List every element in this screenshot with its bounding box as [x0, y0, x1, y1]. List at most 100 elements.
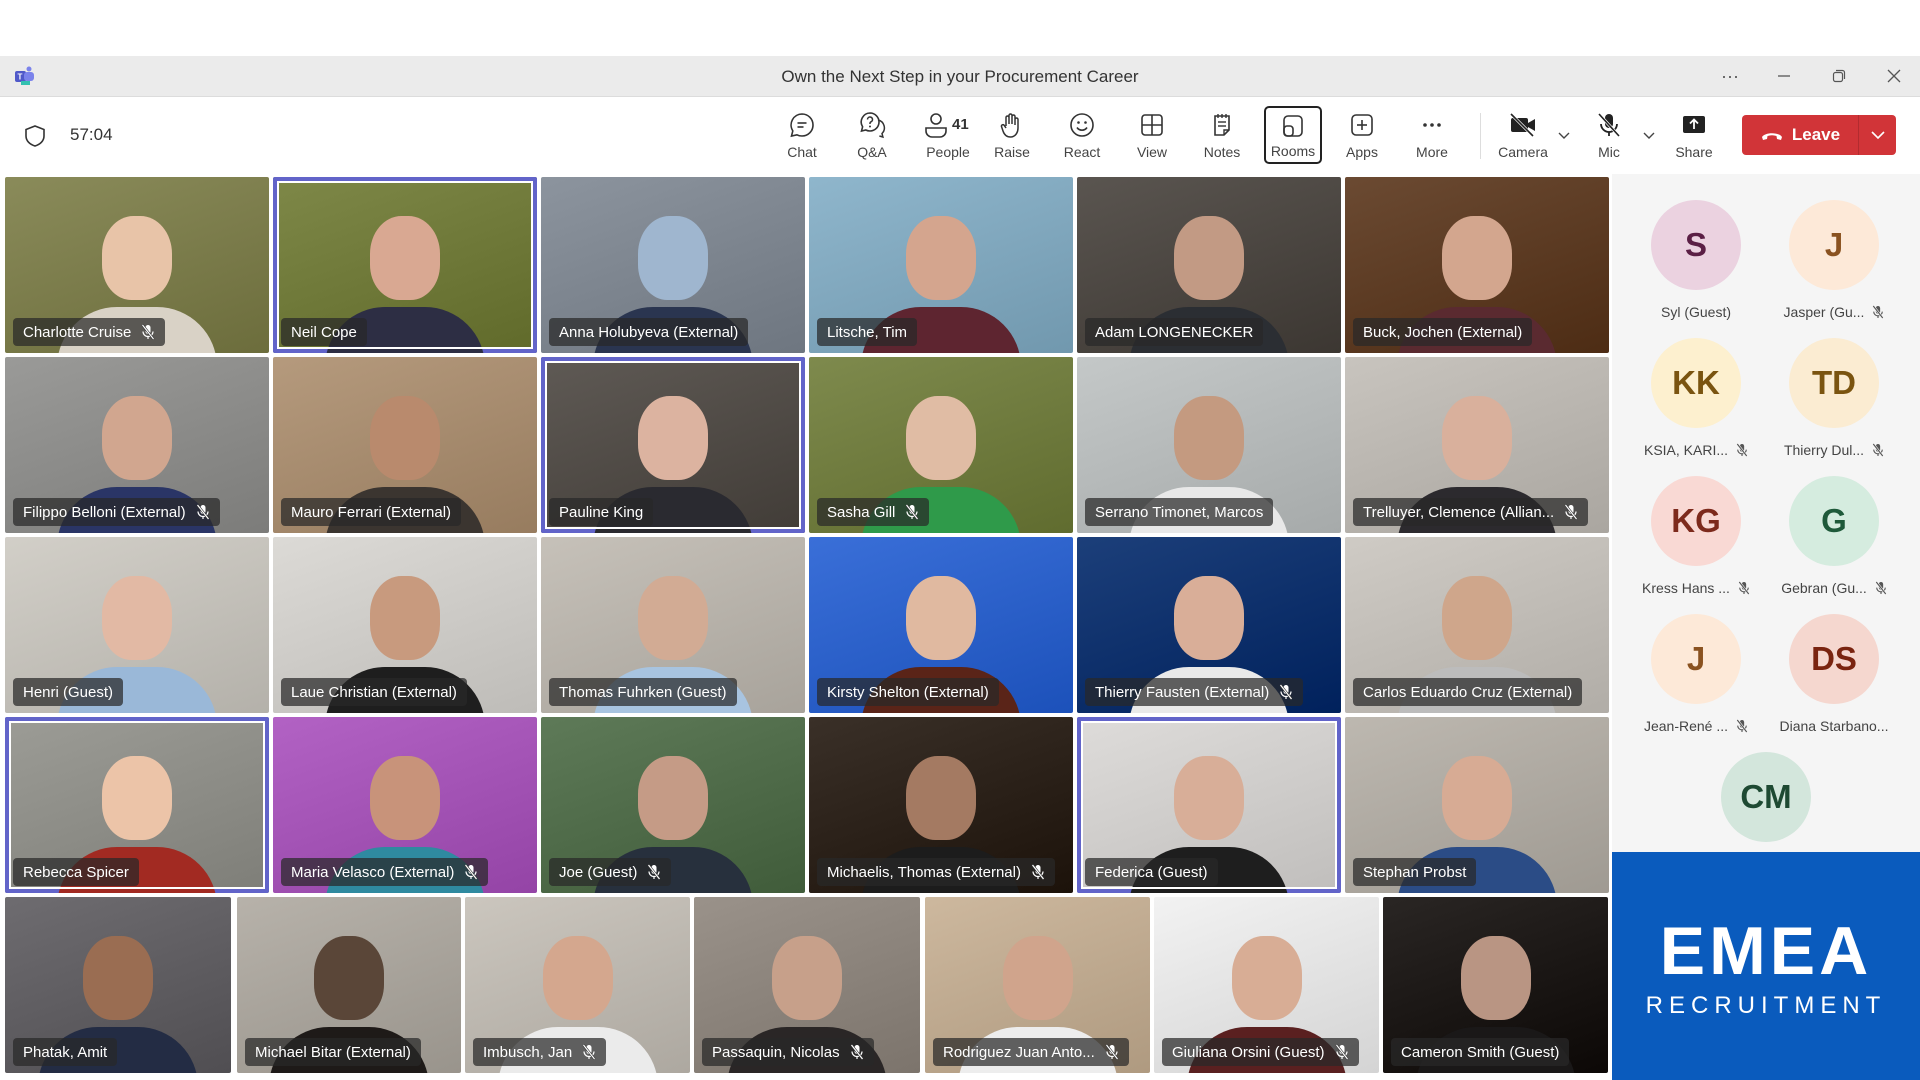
- avatar: G: [1789, 476, 1879, 566]
- participant-video-tile[interactable]: Passaquin, Nicolas: [694, 897, 920, 1073]
- participant-video-tile[interactable]: Thomas Fuhrken (Guest): [541, 537, 805, 713]
- close-button[interactable]: [1874, 62, 1914, 90]
- people-icon: [925, 113, 947, 138]
- rooms-button[interactable]: Rooms: [1264, 106, 1322, 164]
- apps-button[interactable]: Apps: [1330, 107, 1394, 163]
- raise-hand-button[interactable]: Raise: [980, 107, 1044, 163]
- overflow-participant[interactable]: KG Kress Hans ...: [1626, 476, 1766, 596]
- participant-name: Cameron Smith (Guest): [1401, 1043, 1560, 1061]
- participant-video-tile[interactable]: Adam LONGENECKER: [1077, 177, 1341, 353]
- notes-button[interactable]: Notes: [1190, 107, 1254, 163]
- participant-face: [1174, 215, 1244, 300]
- avatar-initials: S: [1684, 226, 1707, 263]
- participant-name: Rebecca Spicer: [23, 863, 129, 881]
- participant-video-tile[interactable]: Giuliana Orsini (Guest): [1154, 897, 1379, 1073]
- muted-mic-icon: [1564, 504, 1578, 520]
- participant-face: [1174, 575, 1244, 660]
- camera-options-chevron-icon[interactable]: [1557, 128, 1571, 142]
- muted-mic-icon: [1736, 719, 1748, 733]
- leave-button[interactable]: Leave: [1742, 115, 1858, 155]
- participant-video-tile[interactable]: Henri (Guest): [5, 537, 269, 713]
- participant-name: Thierry Dul...: [1783, 442, 1865, 458]
- participant-name: KSIA, KARI...: [1643, 442, 1729, 458]
- participant-video-tile[interactable]: Phatak, Amit: [5, 897, 231, 1073]
- leave-options-button[interactable]: [1859, 115, 1896, 155]
- participant-video-tile[interactable]: Michaelis, Thomas (External): [809, 717, 1073, 893]
- toolbar-divider: [1480, 113, 1481, 159]
- participant-video-tile[interactable]: Charlotte Cruise: [5, 177, 269, 353]
- view-button[interactable]: View: [1120, 107, 1184, 163]
- participant-video-tile[interactable]: Cameron Smith (Guest): [1383, 897, 1608, 1073]
- participant-video-tile[interactable]: Pauline King: [541, 357, 805, 533]
- participant-video-tile[interactable]: Stephan Probst: [1345, 717, 1609, 893]
- more-options-button[interactable]: ···: [1710, 62, 1750, 90]
- minimize-button[interactable]: [1764, 62, 1804, 90]
- participant-video-tile[interactable]: Rebecca Spicer: [5, 717, 269, 893]
- camera-label: Camera: [1498, 144, 1548, 160]
- overflow-participant[interactable]: S Syl (Guest): [1626, 200, 1766, 320]
- participant-face: [102, 215, 172, 300]
- meeting-title: Own the Next Step in your Procurement Ca…: [781, 67, 1139, 86]
- participant-video-tile[interactable]: Maria Velasco (External): [273, 717, 537, 893]
- avatar: TD: [1789, 338, 1879, 428]
- participant-name: Adam LONGENECKER: [1095, 323, 1254, 341]
- participant-video-tile[interactable]: Buck, Jochen (External): [1345, 177, 1609, 353]
- muted-mic-icon: [1738, 581, 1750, 595]
- participant-video-tile[interactable]: Thierry Fausten (External): [1077, 537, 1341, 713]
- participant-name-tag: Mauro Ferrari (External): [281, 498, 462, 526]
- participant-video-tile[interactable]: Carlos Eduardo Cruz (External): [1345, 537, 1609, 713]
- overflow-participant[interactable]: TD Thierry Dul...: [1764, 338, 1904, 458]
- mic-button[interactable]: Mic: [1577, 107, 1641, 163]
- avatar-initials: KK: [1672, 364, 1720, 401]
- muted-mic-icon: [1335, 1044, 1349, 1060]
- overflow-participant[interactable]: CM: [1696, 752, 1836, 842]
- participant-video-tile[interactable]: Mauro Ferrari (External): [273, 357, 537, 533]
- chat-button[interactable]: Chat: [770, 107, 834, 163]
- overflow-participant[interactable]: KK KSIA, KARI...: [1626, 338, 1766, 458]
- participant-video-tile[interactable]: Imbusch, Jan: [465, 897, 690, 1073]
- minimize-icon: [1778, 75, 1790, 77]
- shield-icon[interactable]: [24, 124, 46, 148]
- overflow-participant[interactable]: J Jasper (Gu...: [1764, 200, 1904, 320]
- people-button[interactable]: 41 People: [912, 107, 984, 163]
- participant-video-tile[interactable]: Sasha Gill: [809, 357, 1073, 533]
- participant-video-tile[interactable]: Trelluyer, Clemence (Allian...: [1345, 357, 1609, 533]
- restore-button[interactable]: [1819, 62, 1859, 90]
- participant-name-tag: Kirsty Shelton (External): [817, 678, 999, 706]
- overflow-participant[interactable]: G Gebran (Gu...: [1764, 476, 1904, 596]
- view-label: View: [1136, 144, 1168, 160]
- overflow-participant[interactable]: DS Diana Starbano...: [1764, 614, 1904, 734]
- participant-name-tag: Michael Bitar (External): [245, 1038, 421, 1066]
- mic-options-chevron-icon[interactable]: [1642, 128, 1656, 142]
- top-blank-area: [0, 0, 1920, 56]
- participant-name: Thomas Fuhrken (Guest): [559, 683, 727, 701]
- participant-face: [370, 575, 440, 660]
- participant-video-tile[interactable]: Serrano Timonet, Marcos: [1077, 357, 1341, 533]
- participant-video-tile[interactable]: Laue Christian (External): [273, 537, 537, 713]
- overflow-participant[interactable]: J Jean-René ...: [1626, 614, 1766, 734]
- participant-video-tile[interactable]: Rodriguez Juan Anto...: [925, 897, 1150, 1073]
- participant-name-tag: Trelluyer, Clemence (Allian...: [1353, 498, 1589, 526]
- participant-video-tile[interactable]: Michael Bitar (External): [237, 897, 461, 1073]
- participant-video-tile[interactable]: Filippo Belloni (External): [5, 357, 269, 533]
- people-label: People: [926, 144, 970, 160]
- participant-face: [1002, 935, 1073, 1020]
- participant-video-tile[interactable]: Litsche, Tim: [809, 177, 1073, 353]
- participant-video-tile[interactable]: Anna Holubyeva (External): [541, 177, 805, 353]
- leave-button-group: Leave: [1742, 115, 1896, 155]
- share-button[interactable]: Share: [1662, 107, 1726, 163]
- participant-name-row: KSIA, KARI...: [1626, 442, 1766, 458]
- avatar-initials: CM: [1740, 778, 1792, 815]
- participant-video-tile[interactable]: Federica (Guest): [1077, 717, 1341, 893]
- participant-name: Charlotte Cruise: [23, 323, 132, 341]
- more-button[interactable]: More: [1400, 107, 1464, 163]
- participant-face: [314, 935, 384, 1020]
- participant-video-tile[interactable]: Kirsty Shelton (External): [809, 537, 1073, 713]
- participant-video-tile[interactable]: Joe (Guest): [541, 717, 805, 893]
- participant-name-tag: Joe (Guest): [549, 858, 672, 886]
- qa-button[interactable]: Q&A: [840, 107, 904, 163]
- participant-video-tile[interactable]: Neil Cope: [273, 177, 537, 353]
- react-button[interactable]: React: [1050, 107, 1114, 163]
- muted-mic-icon: [647, 864, 661, 880]
- camera-button[interactable]: Camera: [1491, 107, 1555, 163]
